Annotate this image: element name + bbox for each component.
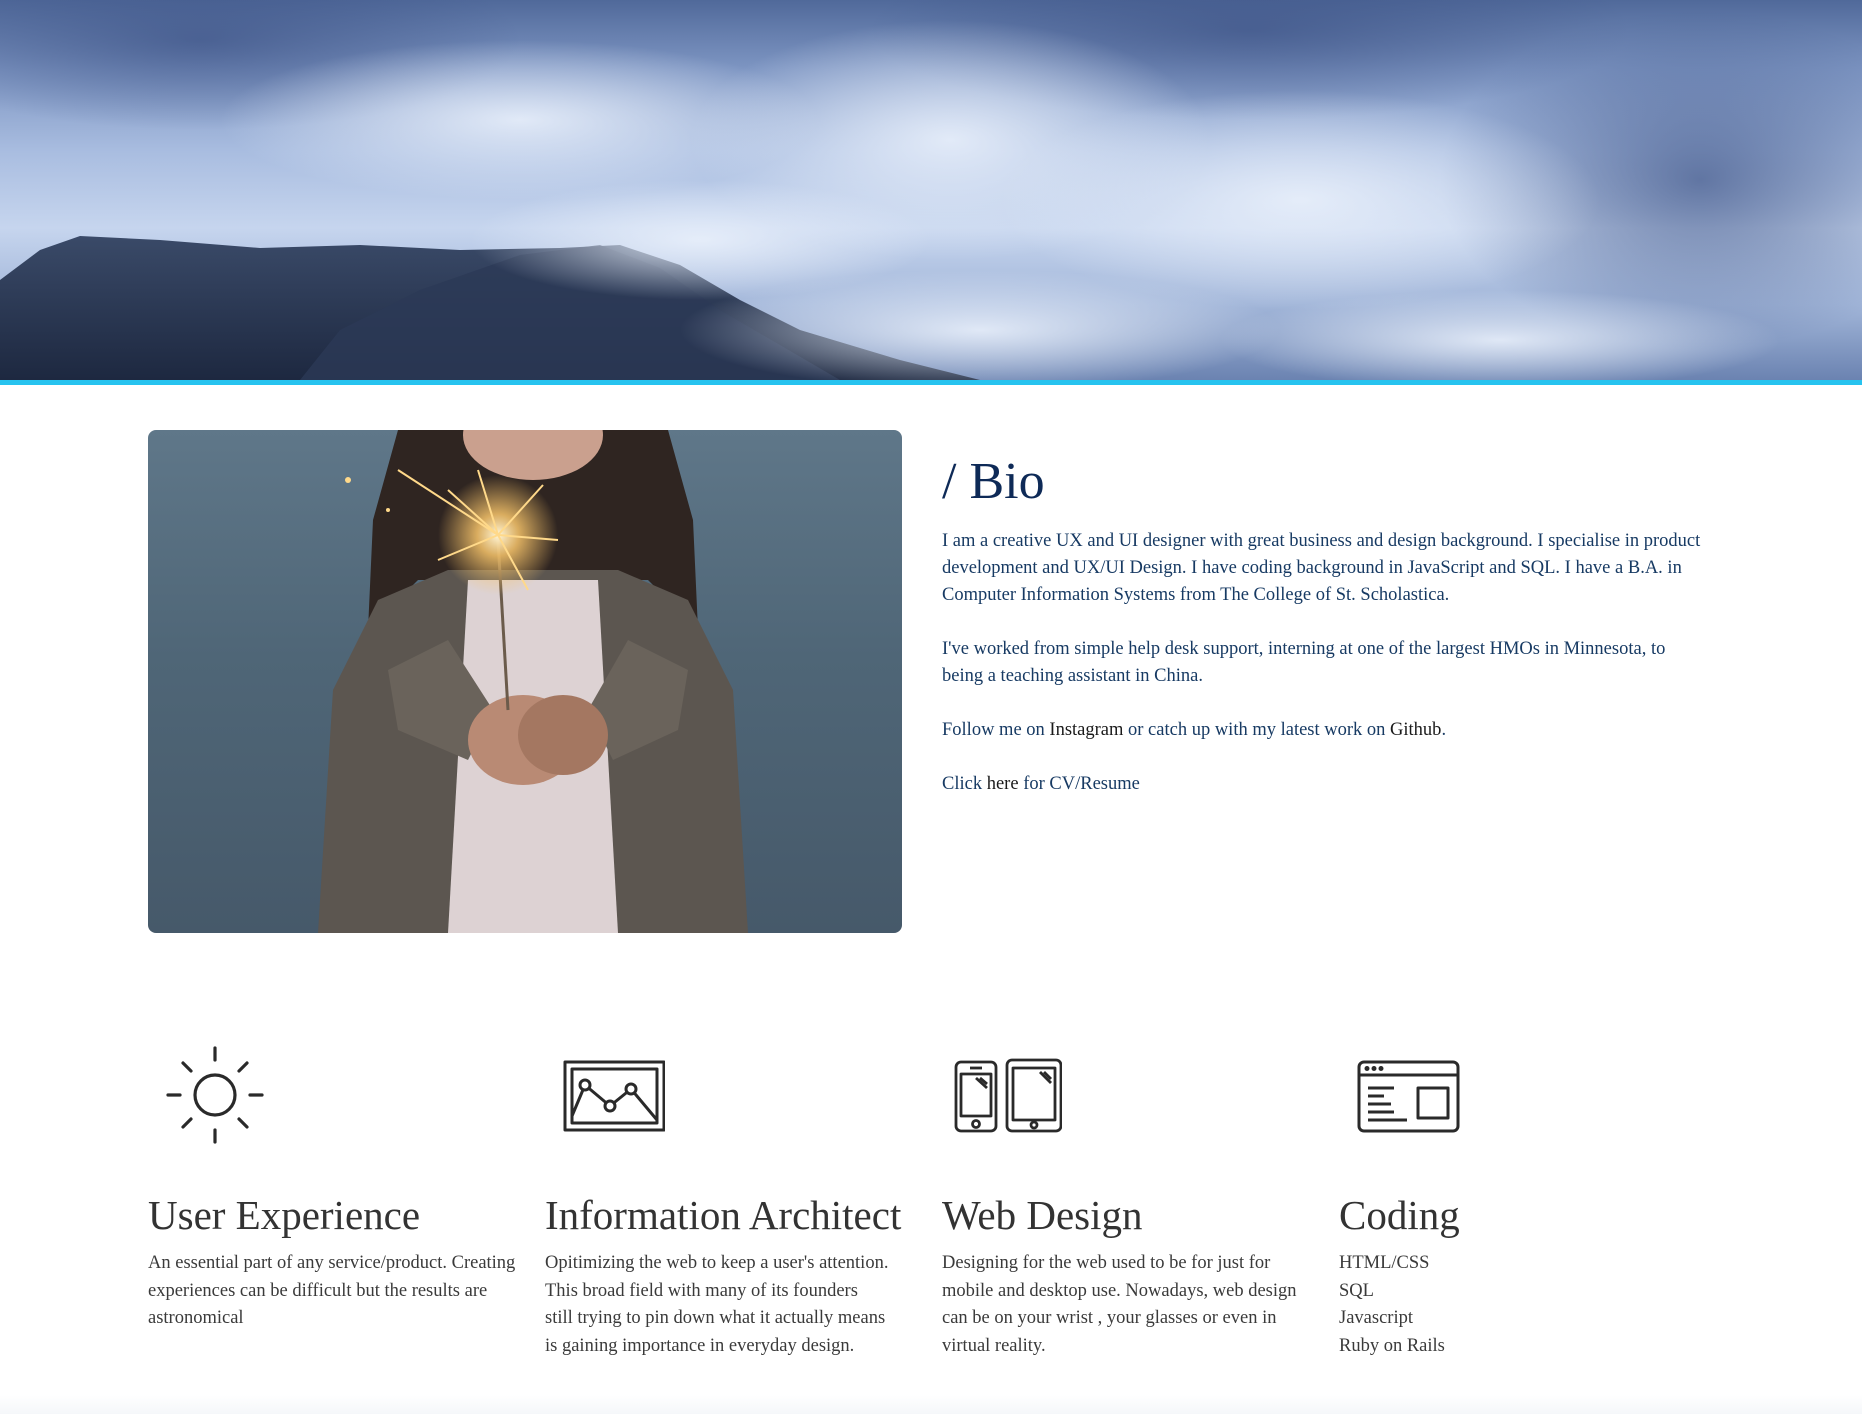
feature-web-design: Web Design Designing for the web used to… — [942, 1040, 1312, 1356]
github-link[interactable]: Github — [1390, 720, 1441, 740]
woman-holding-sparkler-illustration — [318, 430, 748, 933]
browser-window-icon — [1339, 1040, 1469, 1140]
cloudy-mountain-illustration — [0, 0, 1862, 380]
feature-description: An essential part of any service/product… — [148, 1253, 516, 1328]
bio-section: / Bio I am a creative UX and UI designer… — [942, 450, 1702, 825]
follow-middle-text: or catch up with my latest work on — [1123, 720, 1391, 740]
profile-photo-sparkler — [148, 430, 902, 933]
follow-prefix-text: Follow me on — [942, 720, 1050, 740]
bio-cv-line: Click here for CV/Resume — [942, 771, 1702, 798]
bio-follow-line: Follow me on Instagram or catch up with … — [942, 717, 1702, 744]
phone-tablet-icon — [942, 1040, 1063, 1140]
hero-accent-border — [0, 380, 1862, 385]
feature-user-experience: User Experience An essential part of any… — [148, 1040, 518, 1328]
cv-suffix-text: for CV/Resume — [1018, 774, 1140, 794]
feature-information-architect: Information Architect Opitimizing the we… — [545, 1040, 915, 1356]
sun-icon — [148, 1040, 268, 1144]
feature-title: User Experience — [148, 1192, 421, 1238]
feature-description: Opitimizing the web to keep a user's att… — [545, 1253, 889, 1356]
instagram-link[interactable]: Instagram — [1049, 720, 1123, 740]
skill-item: HTML/CSS — [1339, 1253, 1430, 1273]
skill-item: Ruby on Rails — [1339, 1335, 1445, 1356]
feature-title: Information Architect — [545, 1192, 902, 1238]
footer-fade — [0, 1395, 1862, 1414]
skills-list: HTML/CSS SQL Javascript Ruby on Rails — [1339, 1250, 1445, 1360]
line-chart-frame-icon — [545, 1040, 666, 1140]
bio-paragraph-experience: I've worked from simple help desk suppor… — [942, 639, 1666, 686]
follow-suffix-text: . — [1441, 720, 1447, 740]
bio-title: / Bio — [942, 453, 1045, 510]
feature-description: Designing for the web used to be for jus… — [942, 1253, 1297, 1356]
cv-prefix-text: Click — [942, 774, 987, 794]
bio-paragraph-intro: I am a creative UX and UI designer with … — [942, 531, 1701, 605]
skill-item: SQL — [1339, 1280, 1374, 1301]
feature-coding: Coding HTML/CSS SQL Javascript Ruby on R… — [1339, 1040, 1709, 1356]
cv-resume-link[interactable]: here — [987, 774, 1019, 794]
feature-title: Coding — [1339, 1192, 1460, 1238]
skill-item: Javascript — [1339, 1308, 1413, 1328]
hero-banner-image — [0, 0, 1862, 380]
feature-title: Web Design — [942, 1192, 1143, 1238]
